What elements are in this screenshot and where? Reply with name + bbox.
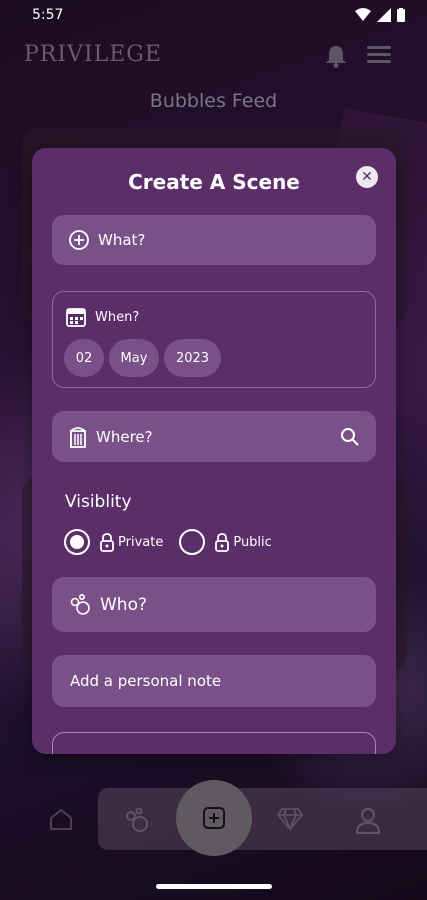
diamond-icon[interactable] bbox=[276, 806, 304, 832]
visibility-options: Private Public bbox=[64, 529, 272, 555]
who-field[interactable]: Who? bbox=[52, 577, 376, 632]
home-indicator bbox=[156, 884, 272, 889]
public-label: Public bbox=[233, 534, 272, 550]
home-icon[interactable] bbox=[48, 806, 74, 832]
what-field[interactable]: What? bbox=[52, 215, 376, 265]
personal-note-field[interactable]: Add a personal note bbox=[52, 655, 376, 707]
private-radio[interactable] bbox=[64, 529, 90, 555]
when-group: When? 02 May 2023 bbox=[52, 291, 376, 388]
add-circle-icon bbox=[69, 230, 89, 250]
visibility-title: Visiblity bbox=[65, 492, 132, 512]
add-scene-button[interactable] bbox=[176, 780, 252, 856]
submit-button[interactable] bbox=[52, 732, 376, 754]
close-icon: ✕ bbox=[361, 169, 373, 185]
add-icon bbox=[203, 807, 225, 829]
day-picker[interactable]: 02 bbox=[64, 339, 104, 377]
close-button[interactable]: ✕ bbox=[356, 166, 378, 188]
public-radio[interactable] bbox=[179, 529, 206, 555]
lock-icon bbox=[215, 533, 230, 552]
search-icon[interactable] bbox=[340, 427, 360, 447]
who-placeholder: Who? bbox=[100, 594, 148, 615]
where-field[interactable]: Where? bbox=[52, 411, 376, 462]
where-placeholder: Where? bbox=[96, 427, 153, 446]
when-label: When? bbox=[95, 309, 140, 325]
building-icon bbox=[70, 426, 86, 448]
wifi-icon bbox=[355, 8, 371, 21]
year-picker[interactable]: 2023 bbox=[164, 339, 221, 377]
status-time: 5:57 bbox=[32, 7, 64, 23]
bell-icon[interactable] bbox=[325, 44, 347, 68]
modal-title: Create A Scene bbox=[128, 170, 300, 194]
calendar-icon bbox=[66, 308, 86, 327]
menu-icon[interactable] bbox=[367, 44, 391, 64]
bubbles-icon bbox=[70, 593, 90, 615]
app-logo: PRIVILEGE bbox=[24, 42, 162, 67]
private-label: Private bbox=[118, 534, 164, 550]
profile-icon[interactable] bbox=[355, 806, 381, 834]
month-picker[interactable]: May bbox=[109, 339, 159, 377]
what-placeholder: What? bbox=[98, 231, 146, 249]
signal-icon bbox=[377, 8, 391, 22]
lock-icon bbox=[100, 533, 114, 552]
create-scene-modal: Create A Scene ✕ What? When? 02 May 2023… bbox=[32, 148, 396, 754]
battery-icon bbox=[397, 8, 405, 22]
status-bar: 5:57 bbox=[0, 0, 427, 30]
feed-title: Bubbles Feed bbox=[149, 90, 278, 112]
bubbles-icon[interactable] bbox=[123, 806, 151, 834]
